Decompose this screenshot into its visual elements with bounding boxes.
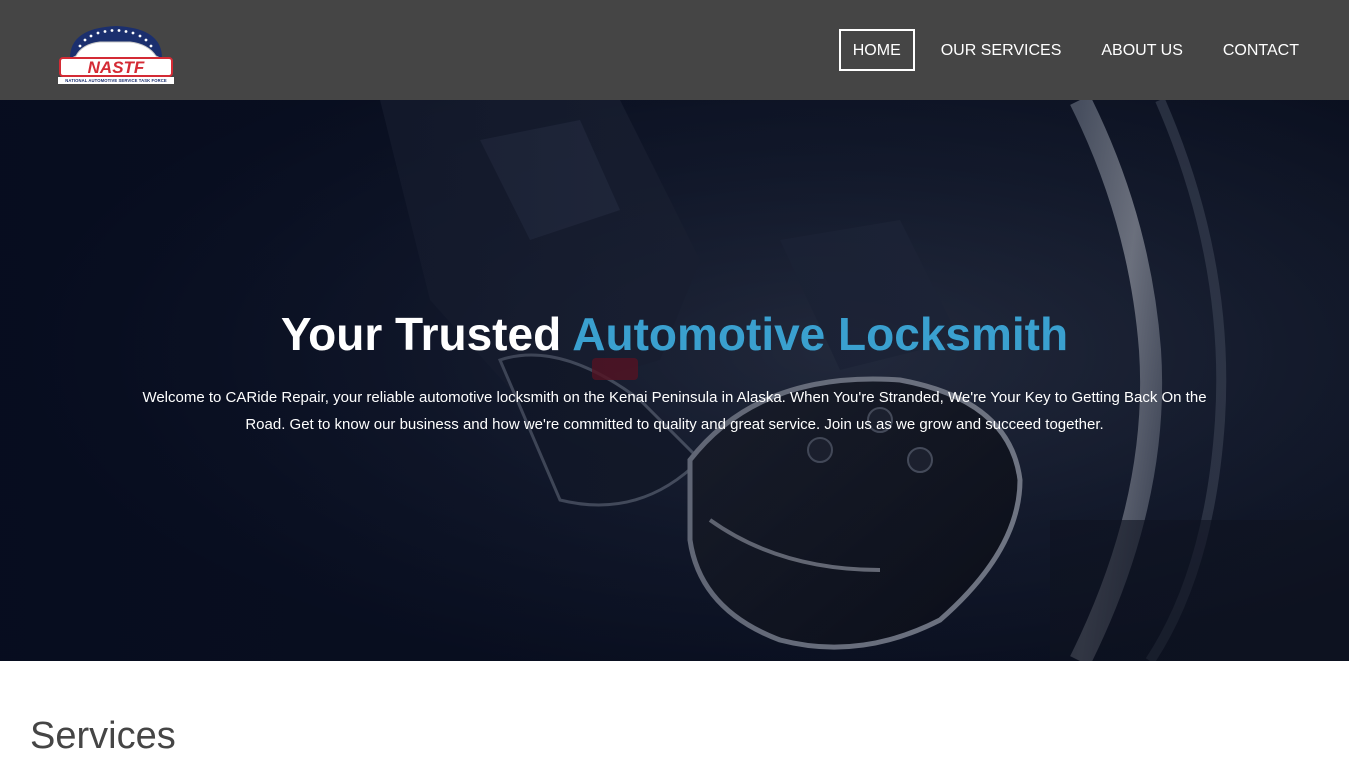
nav-our-services[interactable]: OUR SERVICES [927,29,1076,71]
hero-title: Your Trusted Automotive Locksmith [0,302,1349,366]
site-logo[interactable]: NASTF NATIONAL AUTOMOTIVE SERVICE TASK F… [56,22,176,88]
hero-overlay [0,100,1349,661]
nav-home[interactable]: HOME [838,29,915,71]
hero-title-accent: Automotive Locksmith [572,308,1069,360]
svg-text:NASTF: NASTF [88,58,145,77]
services-heading: Services [30,715,176,757]
hero-description: Welcome to CARide Repair, your reliable … [142,389,1207,433]
nav-contact[interactable]: CONTACT [1209,29,1313,71]
site-header: NASTF NATIONAL AUTOMOTIVE SERVICE TASK F… [0,0,1349,100]
nav-about-us[interactable]: ABOUT US [1087,29,1197,71]
logo-subtitle: NATIONAL AUTOMOTIVE SERVICE TASK FORCE [65,78,167,83]
main-nav: HOME OUR SERVICES ABOUT US CONTACT [827,29,1313,71]
hero-title-part1: Your Trusted [280,308,573,360]
hero-section: Your Trusted Automotive Locksmith Welcom… [0,100,1349,661]
